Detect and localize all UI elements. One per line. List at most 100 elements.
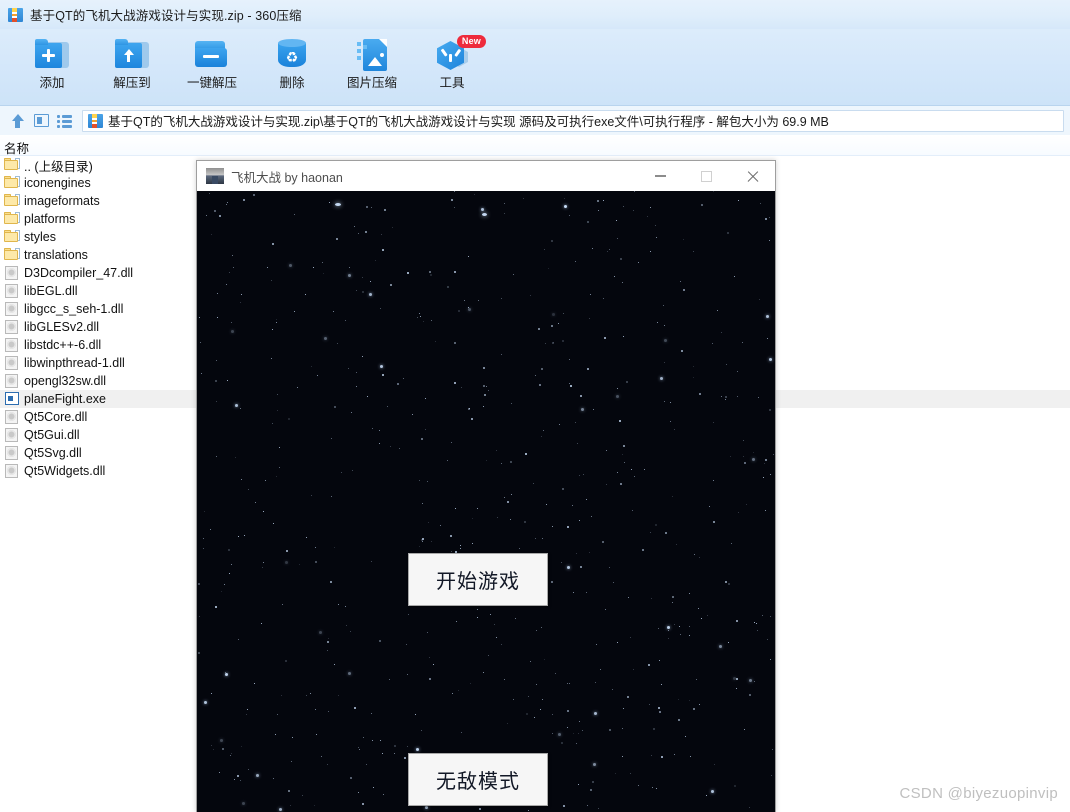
file-name: Qt5Svg.dll xyxy=(24,446,82,460)
star xyxy=(230,754,232,756)
star xyxy=(301,795,303,796)
dll-file-icon xyxy=(4,463,20,479)
toolbar-button-image-compress[interactable]: 图片压缩 xyxy=(332,37,412,99)
star xyxy=(371,560,372,562)
star xyxy=(664,338,668,342)
star xyxy=(485,459,487,461)
star xyxy=(627,596,629,598)
star xyxy=(638,785,640,787)
invincible-mode-button[interactable]: 无敌模式 xyxy=(408,753,548,806)
star xyxy=(648,703,650,705)
file-name: imageformats xyxy=(24,194,100,208)
star xyxy=(590,788,592,791)
preview-panel-icon[interactable] xyxy=(30,110,52,132)
file-name: .. (上级目录) xyxy=(24,159,93,174)
star xyxy=(734,784,737,787)
star xyxy=(381,248,384,251)
star xyxy=(275,321,277,323)
star xyxy=(566,565,570,569)
star xyxy=(743,439,745,441)
folder-add-icon xyxy=(12,37,92,73)
zip-application-window: 基于QT的飞机大战游戏设计与实现.zip - 360压缩 添加 解压到 一键解压… xyxy=(0,0,1070,812)
star xyxy=(453,342,456,344)
star xyxy=(510,460,512,463)
star xyxy=(225,283,227,285)
star xyxy=(693,251,695,253)
star xyxy=(380,365,384,369)
star xyxy=(271,328,273,330)
toolbar-button-extract-to[interactable]: 解压到 xyxy=(92,37,172,99)
star xyxy=(743,455,745,457)
star xyxy=(371,713,373,715)
star xyxy=(331,438,333,439)
star xyxy=(346,625,347,627)
star xyxy=(646,216,648,218)
star xyxy=(205,214,207,216)
star xyxy=(765,218,768,221)
star xyxy=(289,804,291,806)
star xyxy=(296,386,298,388)
star xyxy=(735,620,738,622)
star xyxy=(378,640,381,643)
star xyxy=(710,790,714,794)
toolbar-button-label: 删除 xyxy=(279,76,305,90)
toolbar-button-delete[interactable]: ♻ 删除 xyxy=(252,37,332,99)
star xyxy=(663,305,665,306)
star xyxy=(412,413,414,415)
start-game-button[interactable]: 开始游戏 xyxy=(408,553,548,606)
star xyxy=(713,763,715,765)
up-arrow-icon[interactable] xyxy=(6,110,28,132)
star xyxy=(772,749,774,751)
list-view-icon[interactable] xyxy=(54,110,76,132)
star xyxy=(558,423,560,425)
star xyxy=(426,480,428,482)
star xyxy=(198,582,201,585)
star xyxy=(575,261,577,262)
star xyxy=(425,428,427,430)
star xyxy=(285,660,287,663)
toolbar-button-tools[interactable]: New 工具 xyxy=(412,35,492,99)
star xyxy=(216,456,217,458)
star xyxy=(267,266,269,268)
star xyxy=(657,707,660,710)
star xyxy=(274,734,276,736)
star xyxy=(227,380,229,381)
star xyxy=(240,408,242,410)
game-canvas[interactable]: 开始游戏 无敌模式 xyxy=(197,191,775,812)
star xyxy=(316,733,318,735)
star xyxy=(239,780,241,782)
close-icon[interactable] xyxy=(729,161,775,191)
star xyxy=(596,199,599,202)
maximize-icon[interactable] xyxy=(683,161,729,191)
star xyxy=(563,804,565,807)
star xyxy=(415,713,417,715)
star xyxy=(501,643,503,645)
star xyxy=(464,300,466,302)
star xyxy=(649,531,651,533)
path-input[interactable]: 基于QT的飞机大战游戏设计与实现.zip\基于QT的飞机大战游戏设计与实现 源码… xyxy=(82,109,1064,132)
star xyxy=(238,536,240,538)
star xyxy=(512,699,514,701)
toolbar-button-add[interactable]: 添加 xyxy=(12,37,92,99)
star xyxy=(613,581,614,583)
star xyxy=(720,395,722,397)
star xyxy=(581,730,583,732)
star xyxy=(772,454,774,455)
star xyxy=(379,307,381,309)
star xyxy=(527,809,529,811)
star xyxy=(203,700,207,704)
star xyxy=(730,456,731,458)
game-titlebar: 飞机大战 by haonan xyxy=(197,161,775,191)
star xyxy=(231,254,233,256)
star xyxy=(506,500,509,503)
star xyxy=(569,682,571,684)
star xyxy=(770,473,772,475)
star xyxy=(220,739,223,743)
toolbar-button-one-click-extract[interactable]: 一键解压 xyxy=(172,37,252,99)
minimize-icon[interactable] xyxy=(637,161,683,191)
star xyxy=(615,395,619,399)
star xyxy=(699,703,701,705)
star xyxy=(418,479,420,481)
star xyxy=(477,508,479,510)
star xyxy=(378,430,380,432)
